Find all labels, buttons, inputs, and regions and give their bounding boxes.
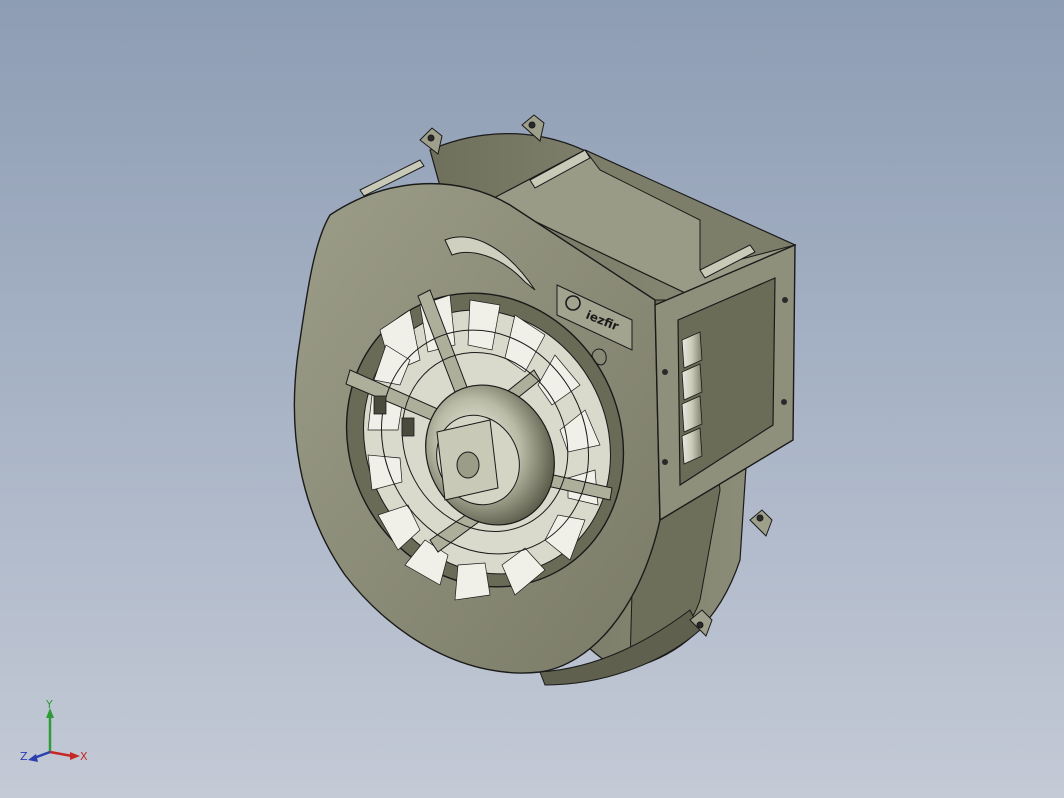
shaft	[456, 451, 480, 479]
orientation-triad: Y X Z	[20, 700, 88, 763]
triad-y-label: Y	[45, 700, 53, 711]
triad-z-arrow	[28, 754, 38, 762]
triad-x-axis	[49, 750, 73, 758]
blower-fan-model[interactable]: iezfir	[0, 0, 1064, 798]
triad-x-label: X	[80, 750, 88, 763]
triad-z-label: Z	[20, 750, 28, 763]
triad-x-arrow	[70, 752, 80, 760]
graphics-viewport[interactable]: iezfir Y X Z	[0, 0, 1064, 798]
